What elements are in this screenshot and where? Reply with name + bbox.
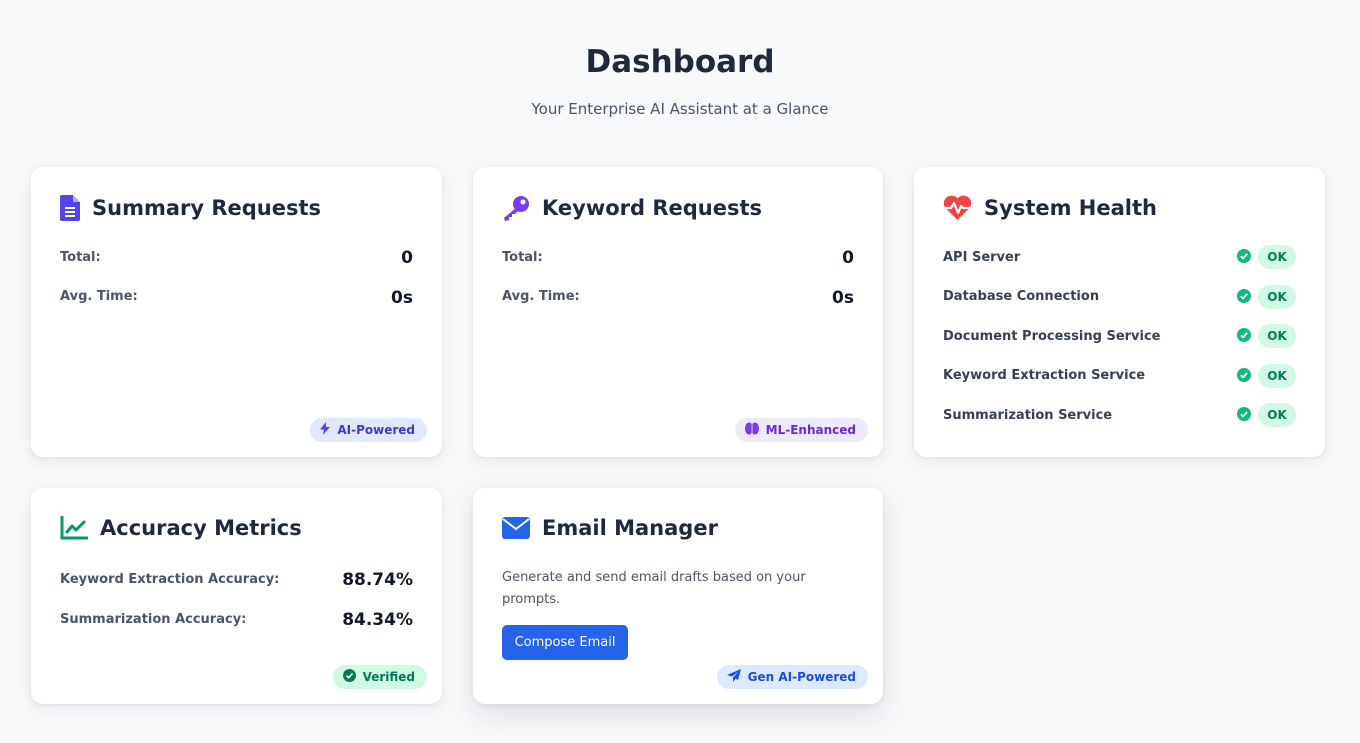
card-header: Keyword Requests	[502, 195, 762, 221]
card-header: Summary Requests	[60, 195, 321, 221]
total-label: Total:	[60, 250, 101, 265]
keyword-accuracy-value: 88.74%	[342, 570, 413, 590]
summarization-accuracy-label: Summarization Accuracy:	[60, 612, 247, 627]
service-label: Document Processing Service	[943, 329, 1161, 344]
avg-time-label: Avg. Time:	[502, 289, 580, 304]
total-label: Total:	[502, 250, 543, 265]
badge-label: Gen AI-Powered	[747, 670, 856, 684]
line-chart-icon	[60, 516, 88, 540]
check-circle-icon	[1237, 367, 1251, 386]
email-description: Generate and send email drafts based on …	[502, 570, 806, 607]
card-header: Email Manager	[502, 516, 718, 540]
key-icon	[502, 195, 530, 221]
bolt-icon	[320, 422, 337, 438]
avg-time-value: 0s	[832, 288, 854, 308]
card-title: Summary Requests	[92, 196, 322, 220]
badge-label: AI-Powered	[337, 423, 415, 437]
service-label: Summarization Service	[943, 408, 1113, 423]
card-title: Email Manager	[542, 516, 718, 540]
service-status: OK	[1237, 285, 1296, 309]
avg-time-label: Avg. Time:	[60, 289, 138, 304]
gen-ai-powered-badge: Gen AI-Powered	[716, 665, 868, 689]
verified-badge: Verified	[332, 665, 427, 689]
document-icon	[60, 195, 80, 221]
heartbeat-icon	[943, 195, 972, 221]
keyword-accuracy-label: Keyword Extraction Accuracy:	[60, 572, 280, 587]
check-circle-icon	[342, 669, 363, 685]
system-health-card: System Health API Server OK Database Con…	[914, 167, 1325, 457]
avg-time-value: 0s	[391, 288, 413, 308]
brain-icon	[744, 422, 766, 438]
service-label: Keyword Extraction Service	[943, 368, 1146, 383]
summary-requests-card: Summary Requests Total: 0 Avg. Time: 0s …	[31, 167, 442, 457]
check-circle-icon	[1237, 327, 1251, 346]
check-circle-icon	[1237, 406, 1251, 425]
status-badge: OK	[1258, 245, 1296, 269]
card-title: System Health	[984, 196, 1157, 220]
ml-enhanced-badge: ML-Enhanced	[734, 418, 868, 442]
card-title: Keyword Requests	[542, 196, 763, 220]
service-label: API Server	[943, 250, 1021, 265]
card-header: System Health	[943, 195, 1157, 221]
service-status: OK	[1237, 245, 1296, 269]
badge-label: ML-Enhanced	[765, 423, 856, 437]
check-circle-icon	[1237, 288, 1251, 307]
status-badge: OK	[1258, 285, 1296, 309]
service-status: OK	[1237, 324, 1296, 348]
envelope-icon	[502, 517, 530, 539]
service-status: OK	[1237, 403, 1296, 427]
badge-label: Verified	[362, 670, 415, 684]
email-manager-card: Email Manager Generate and send email dr…	[473, 488, 883, 704]
compose-email-button[interactable]: Compose Email	[502, 625, 628, 660]
status-badge: OK	[1258, 324, 1296, 348]
accuracy-metrics-card: Accuracy Metrics Keyword Extraction Accu…	[31, 488, 442, 704]
summarization-accuracy-value: 84.34%	[342, 610, 413, 630]
service-label: Database Connection	[943, 289, 1100, 304]
card-header: Accuracy Metrics	[60, 516, 302, 540]
total-value: 0	[842, 248, 854, 268]
paper-plane-icon	[726, 669, 748, 685]
total-value: 0	[401, 248, 413, 268]
service-status: OK	[1237, 364, 1296, 388]
card-title: Accuracy Metrics	[100, 516, 302, 540]
ai-powered-badge: AI-Powered	[310, 418, 427, 442]
keyword-requests-card: Keyword Requests Total: 0 Avg. Time: 0s …	[473, 167, 883, 457]
page-title: Dashboard	[585, 44, 775, 80]
status-badge: OK	[1258, 364, 1296, 388]
page-subtitle: Your Enterprise AI Assistant at a Glance	[531, 100, 829, 118]
status-badge: OK	[1258, 403, 1296, 427]
check-circle-icon	[1237, 248, 1251, 267]
